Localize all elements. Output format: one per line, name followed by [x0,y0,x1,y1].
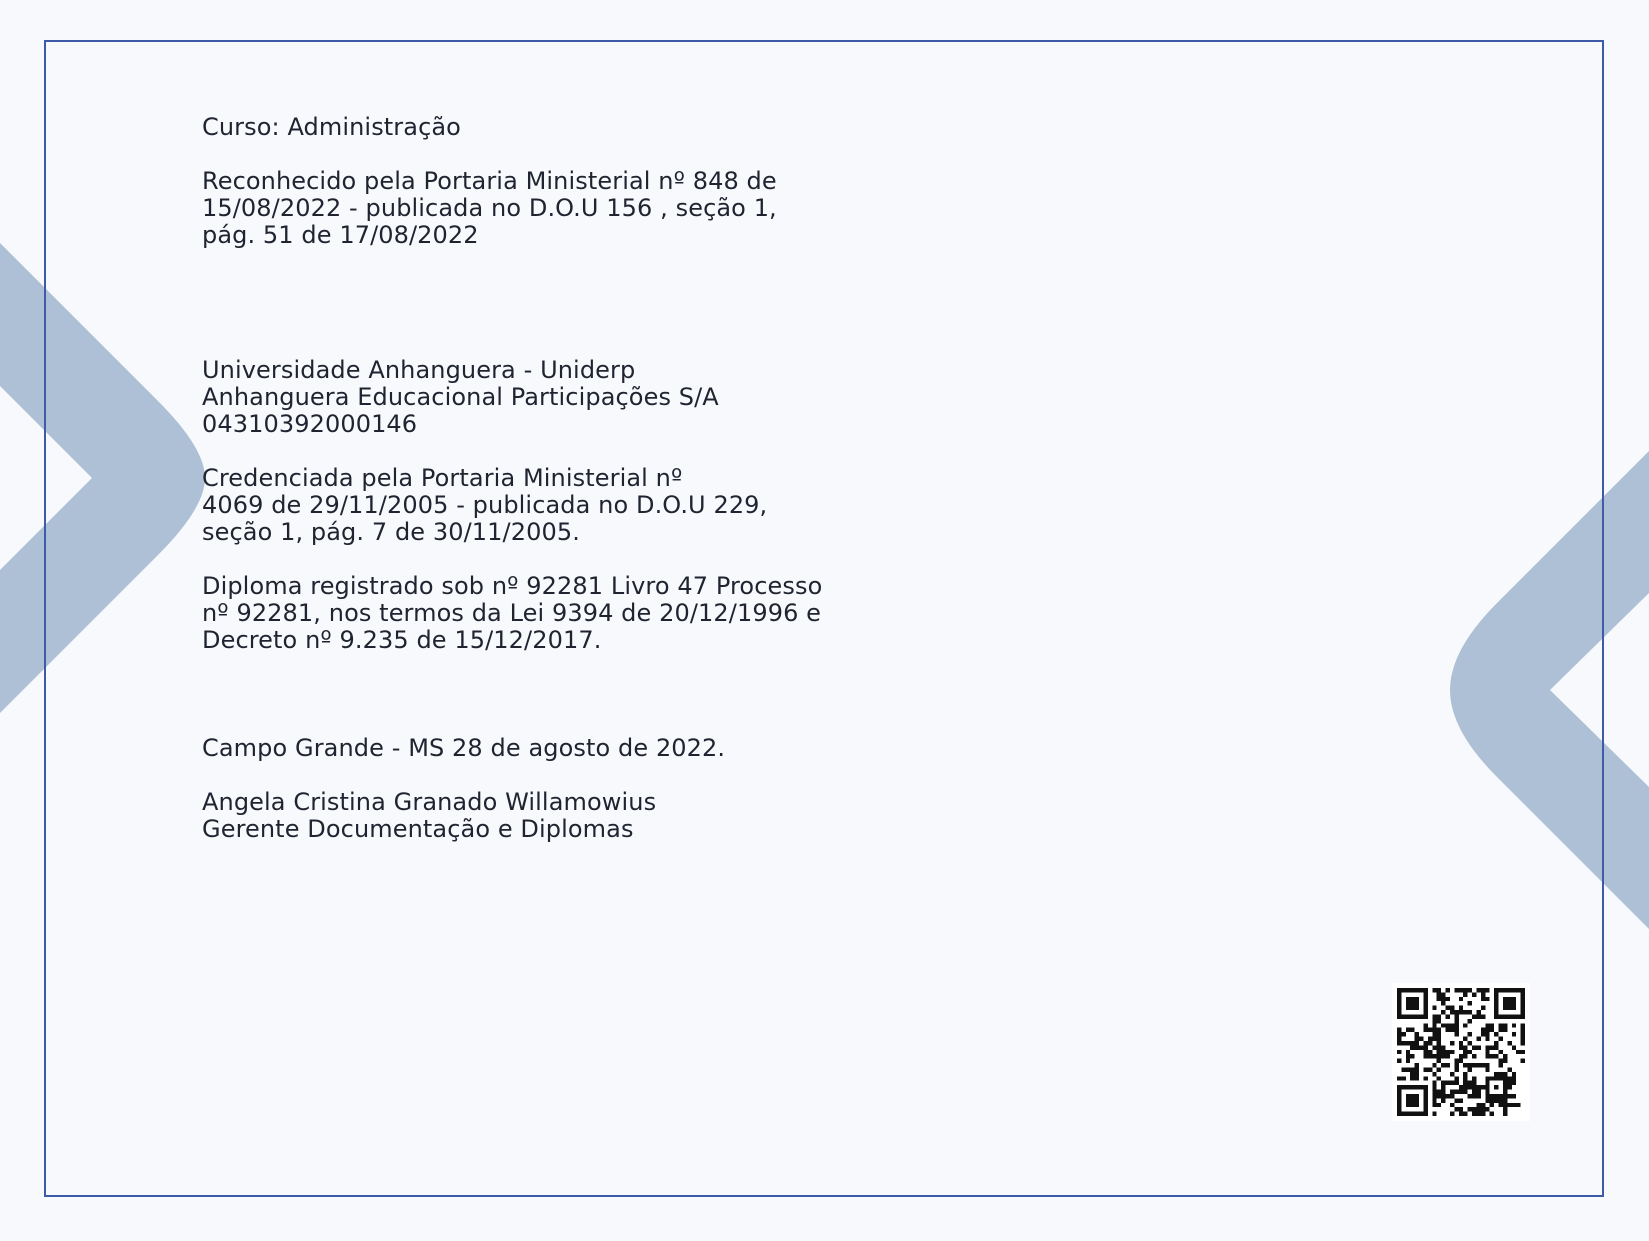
qr-code-graphic [1397,988,1525,1116]
place-date: Campo Grande - MS 28 de agosto de 2022. [202,734,726,762]
accreditation-line-2: 4069 de 29/11/2005 - publicada no D.O.U … [202,491,768,519]
institution-section: Universidade Anhanguera - Uniderp Anhang… [202,357,922,438]
recognition-section: Reconhecido pela Portaria Ministerial nº… [202,168,922,249]
signer-name: Angela Cristina Granado Willamowius [202,788,657,816]
recognition-line-2: 15/08/2022 - publicada no D.O.U 156 , se… [202,194,777,222]
accreditation-section: Credenciada pela Portaria Ministerial nº… [202,465,922,546]
qr-code-icon[interactable] [1392,983,1530,1121]
institution-maintainer: Anhanguera Educacional Participações S/A [202,383,719,411]
course-section: Curso: Administração [202,114,922,141]
registration-line-3: Decreto nº 9.235 de 15/12/2017. [202,626,602,654]
diploma-back-text: Curso: Administração Reconhecido pela Po… [202,114,922,870]
registration-line-1: Diploma registrado sob nº 92281 Livro 47… [202,572,823,600]
course-label: Curso: Administração [202,113,461,141]
signer-role: Gerente Documentação e Diplomas [202,815,634,843]
recognition-line-1: Reconhecido pela Portaria Ministerial nº… [202,167,777,195]
institution-cnpj: 04310392000146 [202,410,418,438]
accreditation-line-1: Credenciada pela Portaria Ministerial nº [202,464,683,492]
recognition-line-3: pág. 51 de 17/08/2022 [202,221,479,249]
registration-line-2: nº 92281, nos termos da Lei 9394 de 20/1… [202,599,822,627]
institution-name: Universidade Anhanguera - Uniderp [202,356,636,384]
registration-section: Diploma registrado sob nº 92281 Livro 47… [202,573,922,654]
place-date-section: Campo Grande - MS 28 de agosto de 2022. [202,735,922,762]
accreditation-line-3: seção 1, pág. 7 de 30/11/2005. [202,518,580,546]
signer-section: Angela Cristina Granado Willamowius Gere… [202,789,922,843]
